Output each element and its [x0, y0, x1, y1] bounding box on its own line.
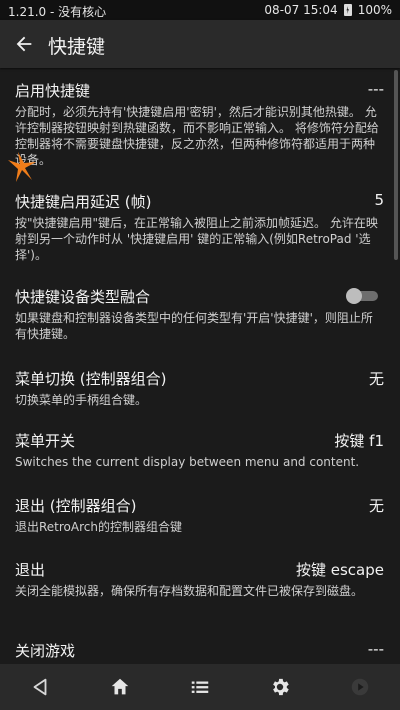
setting-description: 分配时，必须先持有'快捷键启用'密钥'，然后才能识别其他热键。 允许控制器按钮映…	[15, 105, 379, 167]
setting-hotkey-device-merge[interactable]: 快捷键设备类型融合 如果键盘和控制器设备类型中的任何类型有'开启'快捷键'，则阻…	[0, 286, 400, 346]
setting-label: 启用快捷键	[15, 82, 91, 100]
nav-play-button[interactable]	[340, 667, 380, 707]
nav-back-button[interactable]	[20, 667, 60, 707]
setting-label: 菜单切换 (控制器组合)	[15, 370, 167, 388]
toggle-knob	[346, 288, 362, 304]
setting-description: 切换菜单的手柄组合键。	[15, 393, 148, 407]
settings-list[interactable]: 启用快捷键 --- 分配时，必须先持有'快捷键启用'密钥'，然后才能识别其他热键…	[0, 68, 400, 664]
page-title: 快捷键	[48, 36, 106, 58]
scrollbar[interactable]	[394, 70, 398, 260]
setting-label: 快捷键设备类型融合	[15, 288, 151, 306]
gear-icon	[273, 678, 289, 696]
arrow-left-icon	[16, 36, 32, 52]
setting-value: 无	[368, 497, 384, 515]
status-left-text: 1.21.0 - 没有核心	[8, 5, 107, 19]
nav-home-button[interactable]	[100, 667, 140, 707]
setting-close-content[interactable]: 关闭游戏 ---	[0, 640, 400, 664]
setting-description: 如果键盘和控制器设备类型中的任何类型有'开启'快捷键'，则阻止所有快捷键。	[15, 311, 373, 341]
play-circle-icon	[351, 678, 369, 696]
bottom-nav	[0, 664, 400, 710]
setting-description: 按"快捷键启用"键后，在正常输入被阻止之前添加帧延迟。 允许在映射到另一个动作时…	[15, 216, 378, 262]
status-bar: 1.21.0 - 没有核心 08-07 15:04 100%	[0, 0, 400, 20]
setting-description: 退出RetroArch的控制器组合键	[15, 520, 182, 534]
app-bar: 快捷键	[0, 20, 400, 68]
battery-level: 100%	[357, 3, 392, 17]
setting-quit[interactable]: 退出 按键 escape 关闭全能模拟器，确保所有存档数据和配置文件已被保存到磁…	[0, 559, 400, 603]
setting-value: 无	[368, 370, 384, 388]
setting-label: 快捷键启用延迟 (帧)	[15, 193, 152, 211]
setting-label: 退出 (控制器组合)	[15, 497, 137, 515]
setting-enable-hotkey[interactable]: 启用快捷键 --- 分配时，必须先持有'快捷键启用'密钥'，然后才能识别其他热键…	[0, 80, 400, 180]
home-icon	[111, 678, 129, 695]
setting-label: 菜单开关	[15, 432, 76, 450]
toggle-switch[interactable]	[346, 288, 380, 304]
setting-description: 关闭全能模拟器，确保所有存档数据和配置文件已被保存到磁盘。	[15, 584, 364, 598]
setting-label: 退出	[15, 561, 46, 579]
setting-value: ---	[367, 640, 384, 658]
setting-value: ---	[367, 80, 384, 98]
setting-label: 关闭游戏	[15, 642, 76, 660]
setting-quit-combo[interactable]: 退出 (控制器组合) 无 退出RetroArch的控制器组合键	[0, 495, 400, 539]
status-time: 08-07 15:04	[264, 3, 338, 17]
battery-charging-icon	[343, 4, 352, 16]
setting-menu-toggle-combo[interactable]: 菜单切换 (控制器组合) 无 切换菜单的手柄组合键。	[0, 368, 400, 412]
nav-list-button[interactable]	[180, 667, 220, 707]
setting-value: 按键 f1	[334, 432, 384, 450]
status-right: 08-07 15:04 100%	[264, 3, 392, 17]
back-button[interactable]	[6, 26, 42, 62]
setting-value: 5	[374, 191, 384, 209]
setting-menu-toggle[interactable]: 菜单开关 按键 f1 Switches the current display …	[0, 430, 400, 474]
triangle-back-icon	[33, 678, 47, 696]
setting-value: 按键 escape	[295, 561, 384, 579]
nav-settings-button[interactable]	[260, 667, 300, 707]
orange-pointer-icon	[8, 152, 36, 182]
setting-description: Switches the current display between men…	[15, 455, 360, 469]
list-icon	[191, 681, 209, 693]
setting-hotkey-delay[interactable]: 快捷键启用延迟 (帧) 5 按"快捷键启用"键后，在正常输入被阻止之前添加帧延迟…	[0, 191, 400, 271]
